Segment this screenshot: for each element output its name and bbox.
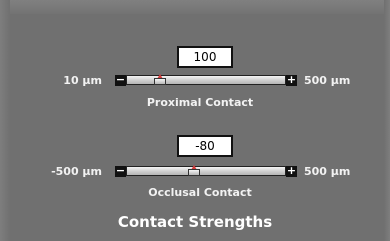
occlusal-thumb-body [188, 169, 200, 176]
contact-strengths-panel: 100 10 µm − + 500 µm Proximal Contact -8… [0, 0, 390, 241]
proximal-slider-track[interactable] [126, 75, 286, 85]
occlusal-decrement-button[interactable]: − [115, 165, 126, 177]
proximal-thumb-body [154, 78, 166, 85]
occlusal-increment-button[interactable]: + [286, 165, 297, 177]
occlusal-min-label: -500 µm [51, 165, 102, 178]
section-title: Contact Strengths [117, 213, 273, 231]
proximal-contact-label: Proximal Contact [146, 96, 254, 109]
panel-frame-right [384, 0, 390, 241]
occlusal-max-label: 500 µm [304, 165, 351, 178]
occlusal-contact-label: Occlusal Contact [148, 186, 252, 199]
occlusal-slider-track[interactable] [126, 166, 286, 176]
panel-frame-left [0, 0, 10, 241]
occlusal-slider-thumb[interactable] [188, 165, 200, 176]
proximal-decrement-button[interactable]: − [115, 74, 126, 86]
proximal-min-label: 10 µm [63, 74, 102, 87]
proximal-value-field[interactable]: 100 [177, 46, 233, 68]
panel-frame-top [0, 0, 390, 14]
proximal-max-label: 500 µm [304, 74, 351, 87]
proximal-increment-button[interactable]: + [286, 74, 297, 86]
occlusal-value-field[interactable]: -80 [177, 135, 233, 157]
proximal-slider-thumb[interactable] [154, 74, 166, 85]
